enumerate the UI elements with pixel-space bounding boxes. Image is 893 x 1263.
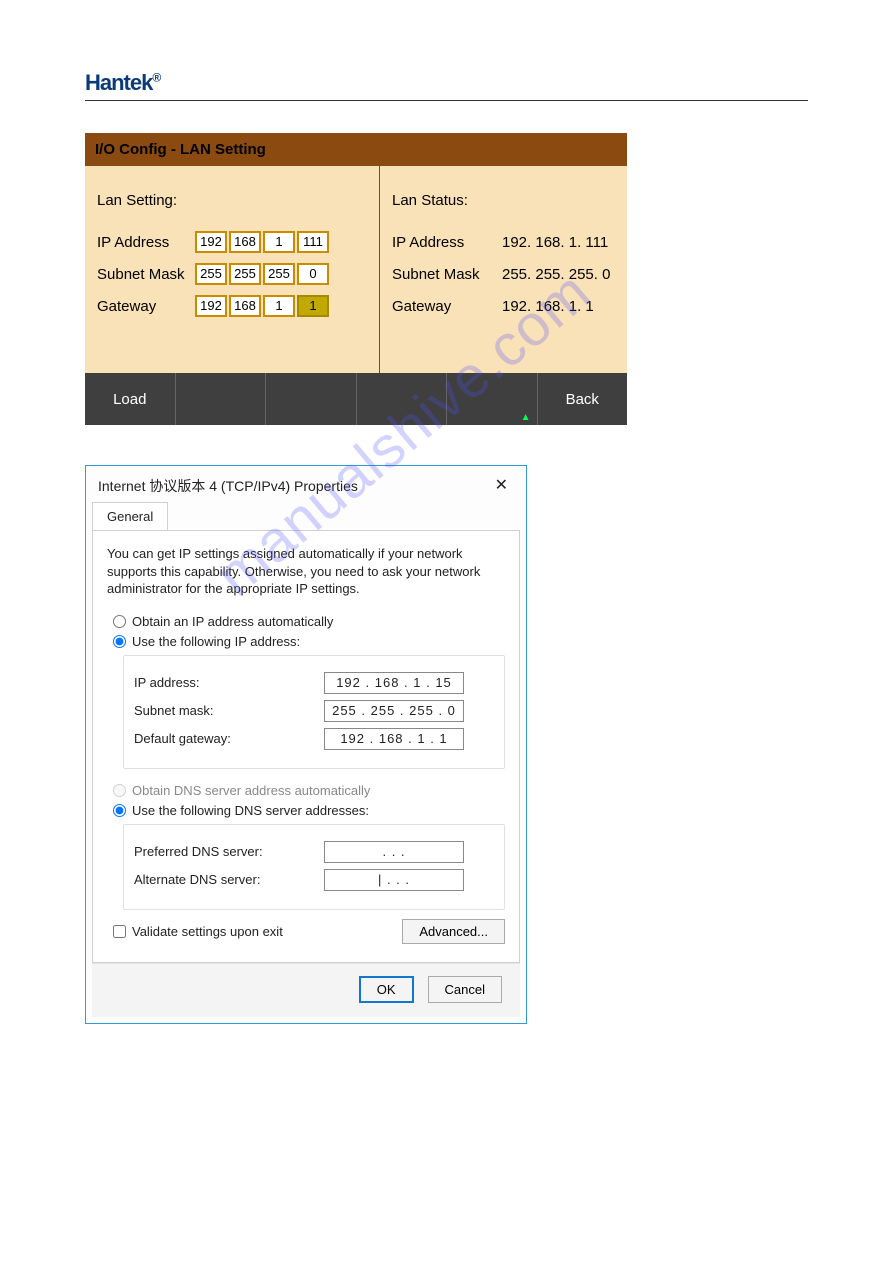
radio-use-ip[interactable]: Use the following IP address:: [113, 634, 505, 649]
lan-row-subnet: Subnet Mask 255 255 255 0: [97, 263, 367, 285]
alternate-dns-label: Alternate DNS server:: [134, 872, 324, 887]
lan-setting-heading: Lan Setting:: [97, 192, 367, 209]
intro-text: You can get IP settings assigned automat…: [107, 545, 505, 598]
subnet-octet-4[interactable]: 0: [297, 263, 329, 285]
lan-footer: Load ▲ Back: [85, 373, 627, 425]
preferred-dns-input[interactable]: . . .: [324, 841, 464, 863]
caret-up-icon: ▲: [521, 412, 531, 423]
close-icon[interactable]: ✕: [489, 476, 514, 496]
brand-logo: Hantek®: [85, 70, 808, 96]
ip-octet-1[interactable]: 192: [195, 231, 227, 253]
footer-slot-2[interactable]: [176, 373, 267, 425]
subnet-mask-label: Subnet mask:: [134, 703, 324, 718]
lan-status-gateway-label: Gateway: [392, 298, 502, 315]
lan-row-gateway: Gateway 192 168 1 1: [97, 295, 367, 317]
lan-status-subnet-label: Subnet Mask: [392, 266, 502, 283]
lan-row-ip: IP Address 192 168 1 111: [97, 231, 367, 253]
gateway-octet-2[interactable]: 168: [229, 295, 261, 317]
ip-address-label: IP address:: [134, 675, 324, 690]
ipv4-properties-dialog: Internet 协议版本 4 (TCP/IPv4) Properties ✕ …: [85, 465, 527, 1024]
default-gateway-label: Default gateway:: [134, 731, 324, 746]
alternate-dns-input[interactable]: | . . .: [324, 869, 464, 891]
gateway-octet-3[interactable]: 1: [263, 295, 295, 317]
radio-obtain-ip[interactable]: Obtain an IP address automatically: [113, 614, 505, 629]
back-button[interactable]: Back: [538, 373, 628, 425]
load-button[interactable]: Load: [85, 373, 176, 425]
tab-general[interactable]: General: [92, 502, 168, 530]
radio-use-dns[interactable]: Use the following DNS server addresses:: [113, 803, 505, 818]
lan-status-column: Lan Status: IP Address 192. 168. 1. 111 …: [380, 166, 627, 373]
lan-status-subnet: Subnet Mask 255. 255. 255. 0: [392, 263, 615, 285]
lan-status-ip-label: IP Address: [392, 234, 502, 251]
ip-address-input[interactable]: 192 . 168 . 1 . 15: [324, 672, 464, 694]
footer-slot-3[interactable]: [266, 373, 357, 425]
radio-obtain-dns: Obtain DNS server address automatically: [113, 783, 505, 798]
lan-status-ip-value: 192. 168. 1. 111: [502, 234, 608, 251]
dns-group: Preferred DNS server: . . . Alternate DN…: [123, 824, 505, 910]
lan-status-subnet-value: 255. 255. 255. 0: [502, 266, 610, 283]
cancel-button[interactable]: Cancel: [428, 976, 502, 1003]
lan-gateway-label: Gateway: [97, 298, 195, 315]
default-gateway-input[interactable]: 192 . 168 . 1 . 1: [324, 728, 464, 750]
gateway-octet-4[interactable]: 1: [297, 295, 329, 317]
lan-status-heading: Lan Status:: [392, 192, 615, 209]
lan-status-gateway: Gateway 192. 168. 1. 1: [392, 295, 615, 317]
footer-slot-5[interactable]: ▲: [447, 373, 538, 425]
advanced-button[interactable]: Advanced...: [402, 919, 505, 944]
preferred-dns-label: Preferred DNS server:: [134, 844, 324, 859]
subnet-mask-input[interactable]: 255 . 255 . 255 . 0: [324, 700, 464, 722]
lan-panel-title: I/O Config - LAN Setting: [85, 133, 627, 166]
footer-slot-4[interactable]: [357, 373, 448, 425]
subnet-octet-3[interactable]: 255: [263, 263, 295, 285]
header-rule: [85, 100, 808, 101]
lan-status-ip: IP Address 192. 168. 1. 111: [392, 231, 615, 253]
ip-octet-3[interactable]: 1: [263, 231, 295, 253]
gateway-octet-1[interactable]: 192: [195, 295, 227, 317]
lan-ip-label: IP Address: [97, 234, 195, 251]
ip-group: IP address: 192 . 168 . 1 . 15 Subnet ma…: [123, 655, 505, 769]
subnet-octet-1[interactable]: 255: [195, 263, 227, 285]
lan-status-gateway-value: 192. 168. 1. 1: [502, 298, 594, 315]
lan-subnet-label: Subnet Mask: [97, 266, 195, 283]
lan-setting-column: Lan Setting: IP Address 192 168 1 111 Su…: [85, 166, 380, 373]
ok-button[interactable]: OK: [359, 976, 414, 1003]
subnet-octet-2[interactable]: 255: [229, 263, 261, 285]
dialog-title: Internet 协议版本 4 (TCP/IPv4) Properties: [98, 476, 358, 496]
ip-octet-2[interactable]: 168: [229, 231, 261, 253]
ip-octet-4[interactable]: 111: [297, 231, 329, 253]
lan-config-panel: I/O Config - LAN Setting Lan Setting: IP…: [85, 133, 627, 425]
